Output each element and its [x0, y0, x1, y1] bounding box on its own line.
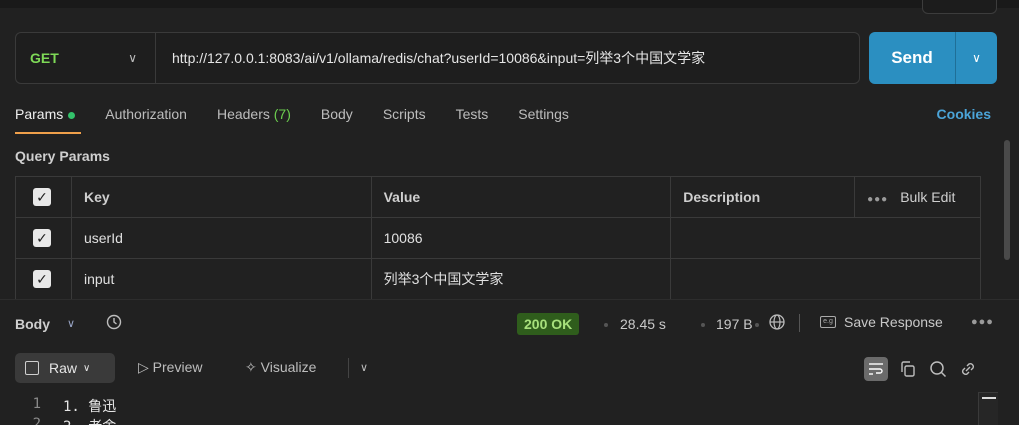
- chevron-down-icon[interactable]: ∨: [360, 361, 368, 374]
- row-checkbox-cell: ✓: [15, 217, 72, 259]
- row-checkbox[interactable]: ✓: [33, 270, 51, 288]
- chevron-down-icon: ∨: [83, 362, 91, 374]
- preview-label: Preview: [152, 359, 203, 375]
- param-description-cell[interactable]: [670, 258, 981, 300]
- more-options-icon[interactable]: ●●●: [867, 194, 888, 205]
- param-description-cell[interactable]: [670, 217, 981, 259]
- save-response-button[interactable]: e.g Save Response: [820, 314, 943, 330]
- link-icon[interactable]: [958, 359, 978, 379]
- column-header-key: Key: [70, 176, 372, 218]
- tab-body[interactable]: Body: [321, 100, 353, 134]
- window-top-strip: [0, 0, 1019, 8]
- cookies-link[interactable]: Cookies: [937, 106, 991, 122]
- params-active-dot: [68, 111, 76, 119]
- chevron-down-icon[interactable]: ∨: [67, 317, 75, 330]
- line-number: 2: [32, 416, 41, 425]
- wrap-lines-icon: [869, 363, 883, 375]
- view-mode-selector[interactable]: Raw ∨: [15, 353, 115, 383]
- row-checkbox-cell: ✓: [15, 258, 72, 300]
- tab-authorization[interactable]: Authorization: [105, 100, 187, 134]
- tab-headers-label: Headers: [216, 106, 274, 122]
- param-key-cell[interactable]: input: [70, 258, 372, 300]
- preview-button[interactable]: ▷ Preview: [138, 359, 202, 376]
- request-tabs: Params Authorization Headers (7) Body Sc…: [15, 100, 599, 134]
- query-params-table: ✓ Key Value Description ●●● Bulk Edit ✓ u…: [15, 176, 981, 300]
- bulk-edit-button[interactable]: Bulk Edit: [900, 189, 955, 205]
- tab-settings[interactable]: Settings: [518, 100, 569, 134]
- response-divider[interactable]: [0, 299, 1019, 300]
- code-line: 1 1. 鲁迅: [15, 396, 117, 416]
- code-line-text: 1. 鲁迅: [63, 399, 117, 415]
- tab-params-label: Params: [15, 106, 64, 122]
- table-row: ✓ userId 10086: [15, 217, 981, 259]
- visualize-icon: ✧: [245, 359, 257, 375]
- tab-tests[interactable]: Tests: [456, 100, 489, 134]
- copy-icon[interactable]: [898, 359, 918, 379]
- select-all-cell: ✓: [15, 176, 72, 218]
- tab-scripts[interactable]: Scripts: [383, 100, 426, 134]
- tab-params[interactable]: Params: [15, 100, 82, 134]
- view-mode-label: Raw: [49, 360, 78, 376]
- save-icon: e.g: [820, 316, 836, 328]
- response-size[interactable]: 197 B: [716, 316, 753, 332]
- status-badge[interactable]: 200 OK: [517, 313, 580, 335]
- tab-headers[interactable]: Headers (7): [217, 100, 291, 134]
- select-all-checkbox[interactable]: ✓: [33, 188, 51, 206]
- raw-icon: [25, 361, 39, 375]
- send-options-chevron-icon[interactable]: ∨: [956, 32, 997, 84]
- visualize-label: Visualize: [260, 359, 317, 375]
- url-bar: GET ∨ http://127.0.0.1:8083/ai/v1/ollama…: [15, 32, 860, 84]
- code-line-text: 2. 老舍: [63, 416, 116, 425]
- params-scrollbar[interactable]: [1004, 140, 1010, 260]
- line-number: 1: [32, 396, 41, 412]
- wrap-lines-button[interactable]: [864, 357, 888, 381]
- environment-selector[interactable]: [922, 0, 997, 14]
- separator-dot: [604, 323, 608, 327]
- globe-icon[interactable]: [768, 313, 786, 331]
- code-minimap[interactable]: [978, 392, 998, 425]
- chevron-down-icon: ∨: [128, 51, 137, 65]
- method-selector[interactable]: GET ∨: [16, 33, 156, 83]
- response-time[interactable]: 28.45 s: [620, 316, 666, 332]
- divider: [348, 358, 349, 378]
- bulk-edit-cell: ●●● Bulk Edit: [854, 176, 981, 218]
- history-icon[interactable]: [105, 313, 123, 331]
- param-value-cell[interactable]: 10086: [370, 217, 672, 259]
- send-button[interactable]: Send: [869, 32, 956, 84]
- play-icon: ▷: [138, 359, 149, 375]
- table-row: ✓ input 列举3个中国文学家: [15, 258, 981, 300]
- response-body-label[interactable]: Body: [15, 316, 50, 332]
- query-params-title: Query Params: [15, 148, 110, 164]
- save-response-label: Save Response: [844, 314, 943, 330]
- code-line: 2 2. 老舍: [15, 416, 117, 425]
- more-options-icon[interactable]: ●●●: [971, 316, 994, 328]
- method-label: GET: [30, 50, 59, 66]
- table-header-row: ✓ Key Value Description ●●● Bulk Edit: [15, 176, 981, 218]
- divider: [799, 314, 800, 332]
- visualize-button[interactable]: ✧ Visualize: [245, 359, 316, 376]
- row-checkbox[interactable]: ✓: [33, 229, 51, 247]
- search-icon[interactable]: [928, 359, 948, 379]
- url-input[interactable]: http://127.0.0.1:8083/ai/v1/ollama/redis…: [156, 48, 705, 68]
- column-header-value: Value: [370, 176, 672, 218]
- response-body-editor[interactable]: 1 1. 鲁迅 2 2. 老舍: [15, 396, 117, 425]
- send-group: Send ∨: [869, 32, 997, 84]
- column-header-description: Description: [670, 176, 856, 218]
- param-value-cell[interactable]: 列举3个中国文学家: [370, 258, 672, 300]
- separator-dot: [701, 323, 705, 327]
- separator-dot: [755, 323, 759, 327]
- param-key-cell[interactable]: userId: [70, 217, 372, 259]
- headers-count-badge: (7): [273, 106, 291, 122]
